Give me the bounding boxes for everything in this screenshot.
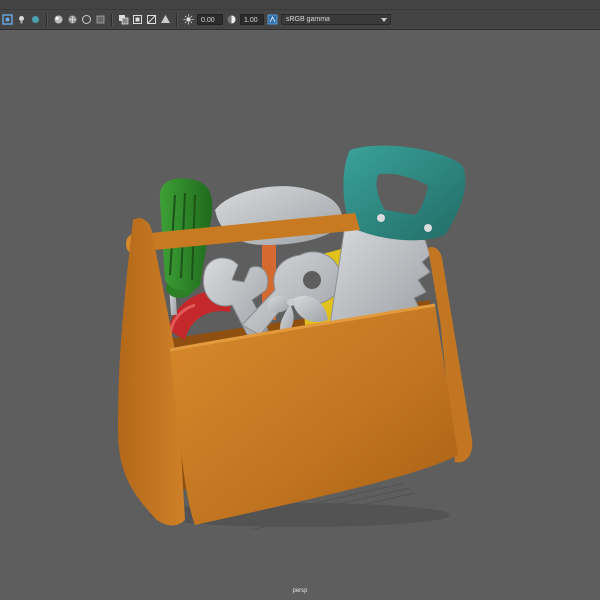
toolbox-model[interactable] (0, 0, 600, 600)
camera-label: persp (292, 588, 308, 594)
